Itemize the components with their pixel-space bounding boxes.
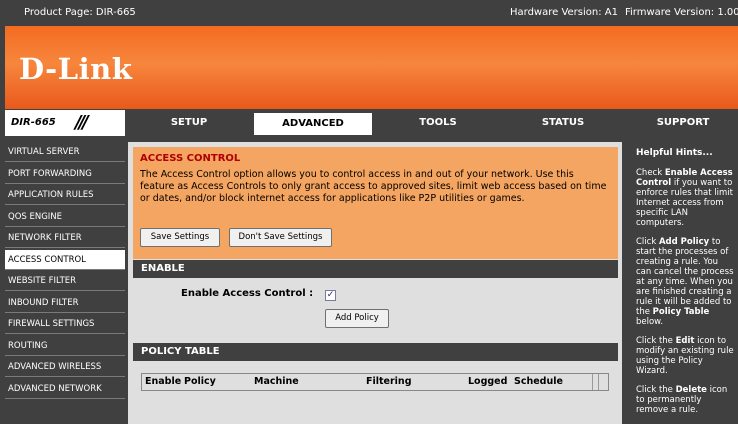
policy-table-heading: POLICY TABLE [133,343,618,361]
dont-save-settings-button[interactable]: Don't Save Settings [229,228,332,247]
sidebar-item-network-filter[interactable]: NETWORK FILTER [5,228,125,248]
hint-edit: Click the Edit icon to modify an existin… [636,336,734,376]
sidebar-item-advanced-wireless[interactable]: ADVANCED WIRELESS [5,357,125,377]
top-info-bar: Product Page: DIR-665 Hardware Version: … [0,0,738,26]
col-divider [598,374,599,390]
enable-section: ENABLE Enable Access Control : ✓ Add Pol… [133,260,618,335]
save-settings-button[interactable]: Save Settings [140,228,220,247]
col-filtering: Filtering [366,376,412,387]
sidebar-item-virtual-server[interactable]: VIRTUAL SERVER [5,142,125,162]
sidebar-item-inbound-filter[interactable]: INBOUND FILTER [5,292,125,313]
model-badge: DIR-665 /// [5,110,125,136]
dlink-logo: D-Link [19,52,133,86]
policy-table: Enable Policy Machine Filtering Logged S… [141,373,609,391]
enable-heading: ENABLE [133,260,618,278]
tab-support[interactable]: SUPPORT [628,112,738,136]
helpful-hints-panel: Helpful Hints... Check Enable Access Con… [630,142,738,424]
col-policy: Policy [184,376,216,387]
hint-add-policy: Click Add Policy to start the processes … [636,237,734,327]
sidebar-item-port-forwarding[interactable]: PORT FORWARDING [5,163,125,184]
sidebar-item-firewall-settings[interactable]: FIREWALL SETTINGS [5,314,125,334]
product-page-label: Product Page: DIR-665 [24,7,136,18]
main-nav: DIR-665 /// SETUP ADVANCED TOOLS STATUS … [5,110,738,136]
hints-title: Helpful Hints... [636,148,713,158]
access-control-description: The Access Control option allows you to … [140,169,607,204]
col-enable: Enable [145,376,182,387]
tab-tools[interactable]: TOOLS [378,112,498,136]
hardware-version-label: Hardware Version: A1 [510,7,618,18]
enable-access-control-checkbox[interactable]: ✓ [325,290,336,301]
sidebar-item-routing[interactable]: ROUTING [5,335,125,356]
sidebar-item-qos-engine[interactable]: QOS ENGINE [5,206,125,227]
sidebar-item-application-rules[interactable]: APPLICATION RULES [5,185,125,205]
header-banner: D-Link [5,26,738,109]
sidebar-item-advanced-network[interactable]: ADVANCED NETWORK [5,378,125,399]
model-name: DIR-665 [11,117,56,128]
hint-delete: Click the Delete icon to permanently rem… [636,385,728,415]
main-content: ACCESS CONTROL The Access Control option… [128,142,622,424]
col-machine: Machine [254,376,299,387]
access-control-panel: ACCESS CONTROL The Access Control option… [133,147,618,259]
tab-status[interactable]: STATUS [503,112,623,136]
hint-enable: Check Enable Access Control if you want … [636,168,733,228]
add-policy-button[interactable]: Add Policy [325,309,389,328]
col-logged: Logged [468,376,508,387]
policy-table-section: POLICY TABLE Enable Policy Machine Filte… [133,343,618,424]
sidebar-item-website-filter[interactable]: WEBSITE FILTER [5,271,125,291]
col-schedule: Schedule [514,376,563,387]
enable-access-control-label: Enable Access Control : [181,288,314,299]
tab-advanced[interactable]: ADVANCED [253,112,373,136]
sidebar-menu: VIRTUAL SERVER PORT FORWARDING APPLICATI… [5,142,125,424]
slash-divider-icon: /// [75,112,89,133]
tab-setup[interactable]: SETUP [130,112,248,136]
access-control-heading: ACCESS CONTROL [140,153,241,164]
col-divider [592,374,593,390]
sidebar-item-access-control[interactable]: ACCESS CONTROL [5,249,125,270]
firmware-version-label: Firmware Version: 1.00 [625,7,738,18]
